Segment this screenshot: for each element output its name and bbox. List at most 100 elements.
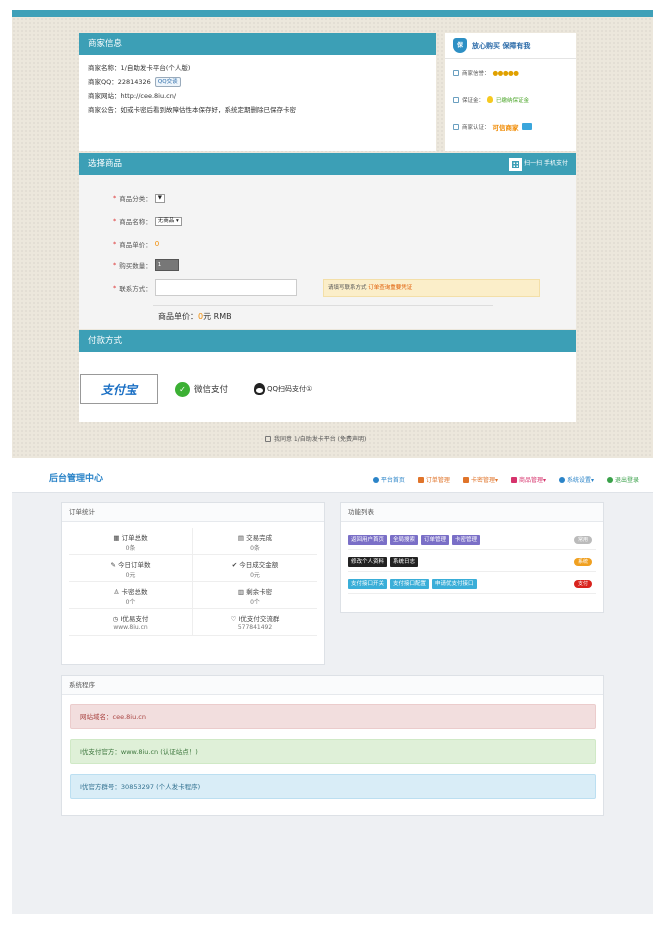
tag-pay: 支付 bbox=[573, 579, 592, 588]
stat-card-total: ♙ 卡密总数 0个 bbox=[69, 582, 193, 609]
qq-chat-button[interactable]: QQ交谈 bbox=[154, 77, 181, 87]
mail-icon[interactable] bbox=[521, 123, 532, 130]
quantity-label: 购买数量： bbox=[119, 262, 152, 270]
product-icon bbox=[510, 476, 517, 483]
trust-title: 放心购买 保障有我 bbox=[472, 41, 531, 50]
gear-icon bbox=[558, 476, 565, 483]
bulb-icon bbox=[487, 96, 494, 103]
admin-brand[interactable]: 后台管理中心 bbox=[49, 466, 103, 493]
stat-today-amount: ✔ 今日成交金额 0元 bbox=[193, 555, 317, 582]
contact-row: * 联系方式： bbox=[113, 279, 297, 296]
system-program-title: 系统程序 bbox=[62, 676, 603, 695]
admin-topbar: 后台管理中心 平台首页 订单管理 卡密管理▾ 商品管理▾ 系统设置▾ 退出登录 bbox=[12, 466, 653, 493]
merchant-website: 商家网站：http://cee.8iu.cn/ bbox=[88, 92, 177, 100]
product-name-row: * 商品名称： 无商品 ▾ bbox=[113, 216, 182, 226]
select-product-panel: 选择商品 扫一扫 手机支付 * 商品分类： ▼ * 商品名称： 无商品 ▾ * … bbox=[79, 153, 576, 329]
alert-domain: 网站域名：cee.8iu.cn bbox=[70, 704, 596, 729]
shield-icon: 保 bbox=[453, 38, 467, 53]
scan-pay-label: 扫一扫 手机支付 bbox=[524, 160, 568, 167]
merchant-notice: 商家公告：如或卡密后看到故障估性本保存好，系统定期删除已保存卡密 bbox=[88, 106, 296, 114]
nav-home[interactable]: 平台首页 bbox=[372, 475, 405, 484]
admin-section: 后台管理中心 平台首页 订单管理 卡密管理▾ 商品管理▾ 系统设置▾ 退出登录 … bbox=[12, 466, 653, 914]
merchant-info-panel: 商家信息 商家名称：1/自助发卡平台(个人版) 商家QQ：22814326 QQ… bbox=[79, 33, 436, 151]
btn-global-search[interactable]: 全局搜索 bbox=[390, 534, 419, 545]
agree-terms[interactable]: 我同意 1/自助发卡平台 (免费声明) bbox=[265, 434, 366, 443]
btn-user-home[interactable]: 返回用户首页 bbox=[348, 534, 388, 545]
stat-card-remaining: ▥ 剩余卡密 0个 bbox=[193, 582, 317, 609]
tag-common: 常用 bbox=[573, 535, 592, 544]
function-list-box: 功能列表 返回用户首页 全局搜索 订单管理 卡密管理 常用 修改个人资料 系统日… bbox=[340, 502, 604, 613]
unit-price: 商品单价：0元 RMB bbox=[158, 312, 232, 321]
cert-row: 商家认证： 可信商家 bbox=[445, 113, 576, 140]
func-row-common: 返回用户首页 全局搜索 订单管理 卡密管理 常用 bbox=[348, 530, 596, 550]
quantity-input[interactable]: 1 bbox=[154, 259, 179, 271]
product-name-select[interactable]: 无商品 ▾ bbox=[154, 216, 182, 226]
product-name-label: 商品名称： bbox=[119, 218, 152, 226]
payment-title: 付款方式 bbox=[79, 330, 576, 352]
qq-pay-option[interactable]: QQ扫码支付① bbox=[254, 383, 312, 395]
stat-order-total: ▦ 订单总数 0条 bbox=[69, 528, 193, 555]
btn-pay-switch[interactable]: 支付接口开关 bbox=[348, 578, 388, 589]
stat-pay-site: ◷ I优易支付 www.8iu.cn bbox=[69, 609, 193, 636]
wechat-pay-label: 微信支付 bbox=[194, 385, 229, 395]
system-program-box: 系统程序 网站域名：cee.8iu.cn I优支付官方：www.8iu.cn (… bbox=[61, 675, 604, 816]
order-icon bbox=[417, 476, 424, 483]
func-row-system: 修改个人资料 系统日志 系统 bbox=[348, 552, 596, 572]
merchant-info-title: 商家信息 bbox=[79, 33, 436, 55]
cert-label: 商家认证： bbox=[462, 124, 490, 131]
storefront-section: 商家信息 商家名称：1/自助发卡平台(个人版) 商家QQ：22814326 QQ… bbox=[12, 10, 653, 458]
deposit-row: 保证金： 已缴纳保证金 bbox=[445, 86, 576, 113]
function-list-title: 功能列表 bbox=[341, 503, 603, 522]
merchant-qq-line: 商家QQ：22814326 QQ交谈 bbox=[88, 75, 427, 89]
price-label: 商品单价： bbox=[119, 241, 152, 249]
divider bbox=[153, 305, 493, 306]
user-icon bbox=[372, 476, 379, 483]
contact-tip: 请填写联系方式 订单查询重要凭证 bbox=[323, 279, 540, 297]
merchant-name: 商家名称：1/自助发卡平台(个人版) bbox=[88, 64, 191, 72]
nav-cards[interactable]: 卡密管理▾ bbox=[462, 475, 498, 484]
wechat-icon: ✓ bbox=[175, 381, 190, 397]
credit-coins-icon: ●●●●● bbox=[492, 68, 519, 77]
admin-nav: 平台首页 订单管理 卡密管理▾ 商品管理▾ 系统设置▾ 退出登录 bbox=[372, 466, 639, 493]
qq-pay-label: QQ扫码支付① bbox=[267, 385, 313, 393]
wechat-pay-option[interactable]: ✓ 微信支付 bbox=[175, 381, 229, 397]
merchant-qq: 商家QQ：22814326 bbox=[88, 78, 151, 86]
stat-today-orders: ✎ 今日订单数 0元 bbox=[69, 555, 193, 582]
alipay-option[interactable]: 支付宝 bbox=[80, 374, 158, 404]
btn-edit-profile[interactable]: 修改个人资料 bbox=[348, 556, 388, 567]
contact-label: 联系方式： bbox=[119, 284, 152, 293]
credit-label: 商家信誉： bbox=[462, 70, 490, 77]
cert-value: 可信商家 bbox=[492, 123, 519, 132]
order-stats-box: 订单统计 ▦ 订单总数 0条 ▤ 交易完成 0条 ✎ 今日订单数 0元 ✔ 今日成交金… bbox=[61, 502, 325, 665]
category-label: 商品分类： bbox=[119, 195, 152, 203]
nav-orders[interactable]: 订单管理 bbox=[417, 475, 450, 484]
contact-input[interactable] bbox=[154, 279, 297, 296]
trust-panel: 保 放心购买 保障有我 商家信誉： ●●●●● 保证金： 已缴纳保证金 商家认证… bbox=[445, 33, 576, 151]
alipay-logo: 支付宝 bbox=[100, 382, 137, 397]
category-select[interactable]: ▼ bbox=[154, 193, 165, 203]
btn-pay-config[interactable]: 支付接口配置 bbox=[390, 578, 430, 589]
stat-completed: ▤ 交易完成 0条 bbox=[193, 528, 317, 555]
nav-logout[interactable]: 退出登录 bbox=[606, 475, 639, 484]
check-icon bbox=[453, 96, 459, 103]
payment-panel: 付款方式 支付宝 ✓ 微信支付 QQ扫码支付① bbox=[79, 330, 576, 422]
nav-products[interactable]: 商品管理▾ bbox=[510, 475, 546, 484]
agree-label: 我同意 1/自助发卡平台 (免费声明) bbox=[274, 436, 367, 443]
quantity-row: * 购买数量： 1 bbox=[113, 259, 179, 271]
btn-card-manage[interactable]: 卡密管理 bbox=[452, 534, 481, 545]
nav-settings[interactable]: 系统设置▾ bbox=[558, 475, 594, 484]
price-row: * 商品单价： 0 bbox=[113, 240, 160, 249]
deposit-label: 保证金： bbox=[462, 97, 485, 104]
btn-apply-pay[interactable]: 申请优支付接口 bbox=[432, 578, 477, 589]
price-value: 0 bbox=[154, 240, 160, 248]
select-product-title: 选择商品 bbox=[88, 159, 123, 169]
stat-pay-group: ♡ I优支付交流群 577841492 bbox=[193, 609, 317, 636]
alert-official: I优支付官方：www.8iu.cn (认证站点！) bbox=[70, 739, 596, 764]
btn-order-manage[interactable]: 订单管理 bbox=[421, 534, 450, 545]
tag-system: 系统 bbox=[573, 557, 592, 566]
order-stats-title: 订单统计 bbox=[62, 503, 324, 522]
agree-checkbox[interactable] bbox=[265, 435, 271, 442]
btn-system-log[interactable]: 系统日志 bbox=[390, 556, 419, 567]
card-icon bbox=[462, 476, 469, 483]
scan-pay-link[interactable]: 扫一扫 手机支付 bbox=[509, 153, 568, 175]
